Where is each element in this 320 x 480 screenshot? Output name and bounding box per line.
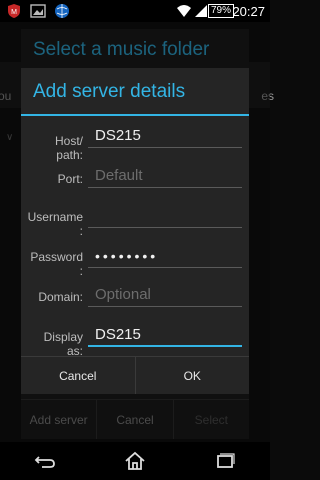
domain-label: Domain: xyxy=(38,290,83,304)
status-bar: M 79% 20:27 xyxy=(0,0,270,22)
port-label: Port: xyxy=(57,172,83,186)
home-icon xyxy=(125,451,145,470)
host-label: Host/ path: xyxy=(54,134,83,162)
navigation-bar xyxy=(0,442,270,480)
wifi-icon xyxy=(177,5,191,17)
recent-apps-button[interactable] xyxy=(205,447,245,475)
globe-icon xyxy=(55,4,69,18)
signal-icon xyxy=(195,5,207,17)
username-field[interactable] xyxy=(88,206,242,228)
port-field[interactable]: Default xyxy=(88,166,242,188)
username-label: Username : xyxy=(27,210,83,238)
host-field[interactable]: DS215 xyxy=(88,126,242,148)
dialog-title: Add server details xyxy=(33,81,186,102)
back-button[interactable] xyxy=(25,447,65,475)
svg-text:M: M xyxy=(11,9,17,16)
mcafee-icon: M xyxy=(8,4,20,18)
gallery-icon xyxy=(30,4,46,18)
domain-field[interactable]: Optional xyxy=(88,285,242,307)
home-button[interactable] xyxy=(115,447,155,475)
back-icon xyxy=(34,456,55,468)
add-server-dialog: Add server details Host/ path: DS215 Por… xyxy=(21,68,249,394)
cancel-button[interactable]: Cancel xyxy=(21,357,136,394)
title-divider xyxy=(21,114,249,116)
password-label: Password : xyxy=(30,250,83,278)
battery-percentage: 79% xyxy=(208,4,235,18)
clock: 20:27 xyxy=(232,4,265,19)
password-field[interactable]: •••••••• xyxy=(88,246,242,268)
recent-apps-icon xyxy=(217,453,235,468)
ok-button[interactable]: OK xyxy=(136,357,250,394)
dialog-button-bar: Cancel OK xyxy=(21,356,249,394)
display-as-field[interactable]: DS215 xyxy=(88,325,242,347)
display-label: Display as: xyxy=(43,330,83,358)
